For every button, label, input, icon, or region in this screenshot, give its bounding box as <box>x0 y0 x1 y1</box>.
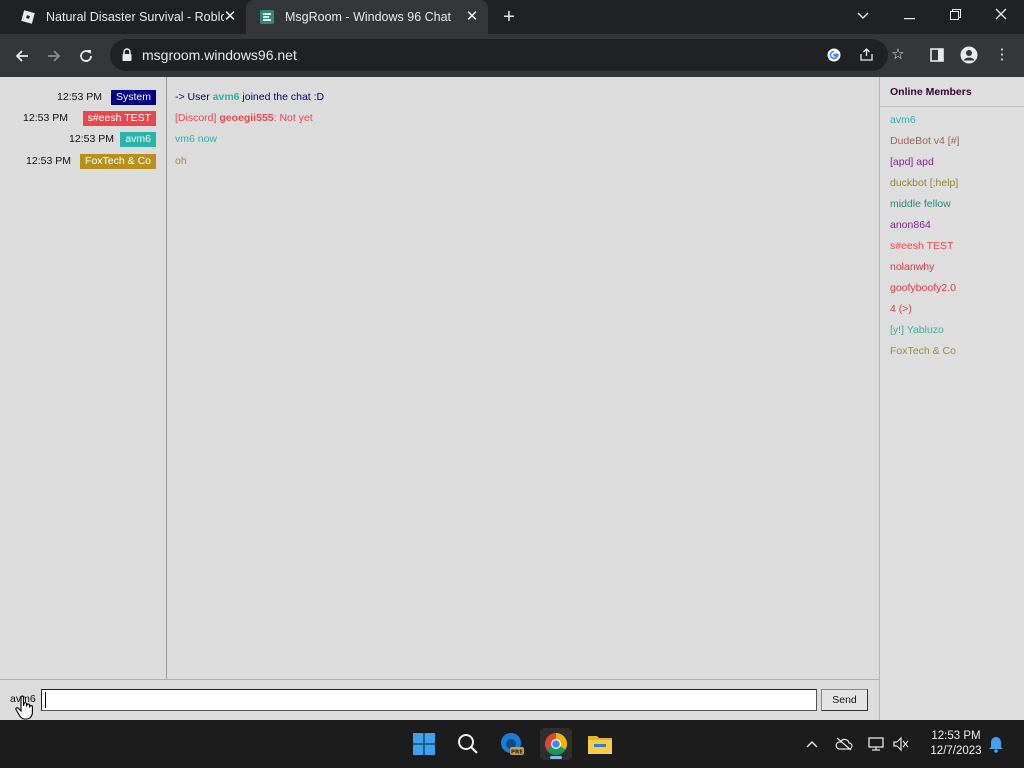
tab-roblox[interactable]: Natural Disaster Survival - Roblox ✕ <box>8 0 246 34</box>
message-meta: 12:53 PM System <box>0 90 166 106</box>
taskbar-clock[interactable]: 12:53 PM 12/7/2023 <box>916 729 996 759</box>
member-item[interactable]: goofyboofy2.0 <box>890 282 956 294</box>
new-tab-icon[interactable]: + <box>499 7 519 27</box>
edge-dev-icon[interactable]: PRE <box>496 728 528 760</box>
message-meta: 12:53 PM FoxTech & Co <box>0 154 166 170</box>
tab-strip: Natural Disaster Survival - Roblox ✕ Msg… <box>0 0 1024 34</box>
member-item[interactable]: duckbot [;help] <box>890 177 958 189</box>
clock-date: 12/7/2023 <box>930 745 982 757</box>
back-arrow-icon[interactable] <box>9 43 35 69</box>
message-time: 12:53 PM <box>69 133 114 145</box>
mention-user: avm6 <box>212 91 240 103</box>
online-members-header: Online Members <box>890 86 972 98</box>
message-time: 12:53 PM <box>57 91 102 103</box>
message-input[interactable] <box>41 689 817 711</box>
notification-bell-icon[interactable] <box>986 734 1006 754</box>
member-item[interactable]: avm6 <box>890 114 916 126</box>
tab-search-icon[interactable] <box>840 0 886 30</box>
minimize-icon[interactable] <box>886 0 932 30</box>
message-time: 12:53 PM <box>26 155 71 167</box>
message-meta: 12:53 PM avm6 <box>0 132 166 148</box>
member-item[interactable]: [apd] apd <box>890 156 934 168</box>
message-time: 12:53 PM <box>23 112 68 124</box>
browser-toolbar: msgroom.windows96.net ☆ ⋮ <box>0 34 1024 77</box>
divider <box>0 679 879 680</box>
start-button-icon[interactable] <box>408 728 440 760</box>
chevron-up-icon[interactable] <box>802 734 822 754</box>
restore-icon[interactable] <box>932 0 978 30</box>
member-item[interactable]: s#eesh TEST <box>890 240 953 252</box>
search-icon[interactable] <box>452 728 484 760</box>
volume-muted-icon[interactable] <box>891 734 911 754</box>
more-menu-icon[interactable]: ⋮ <box>991 44 1013 66</box>
active-app-indicator <box>550 756 562 759</box>
member-item[interactable]: DudeBot v4 [#] <box>890 135 959 147</box>
message-text: [Discord] geoegii555: Not yet <box>175 112 313 124</box>
text-caret <box>45 692 46 708</box>
member-item[interactable]: anon864 <box>890 219 931 231</box>
send-button[interactable]: Send <box>821 689 868 711</box>
side-panel-icon[interactable] <box>926 44 948 66</box>
windows-taskbar: PRE 12:53 PM 12/7/2023 <box>0 720 1024 768</box>
lock-icon[interactable] <box>121 48 133 62</box>
tab-msgroom[interactable]: MsgRoom - Windows 96 Chat ✕ <box>246 0 488 34</box>
online-members-panel: Online Members avm6 DudeBot v4 [#] [apd] a… <box>879 77 1024 720</box>
hand-pointer-cursor-icon <box>15 695 33 720</box>
forward-arrow-icon[interactable] <box>41 43 67 69</box>
message-text: oh <box>175 155 187 167</box>
svg-text:PRE: PRE <box>511 750 523 756</box>
message-list: -> User avm6 joined the chat :D [Discord… <box>167 77 879 679</box>
member-item[interactable]: FoxTech & Co <box>890 345 956 357</box>
message-sender: geoegii555 <box>219 112 274 124</box>
roblox-icon <box>21 10 35 24</box>
member-item[interactable]: 4 (>) <box>890 303 912 315</box>
reload-icon[interactable] <box>73 43 99 69</box>
url-text[interactable]: msgroom.windows96.net <box>142 47 297 63</box>
close-window-icon[interactable] <box>978 0 1024 30</box>
message-meta-column: 12:53 PM System 12:53 PM s#eesh TEST 12:… <box>0 77 167 679</box>
msgroom-page: 12:53 PM System 12:53 PM s#eesh TEST 12:… <box>0 77 1024 720</box>
member-item[interactable]: middle fellow <box>890 198 951 210</box>
file-explorer-icon[interactable] <box>584 728 616 760</box>
google-lens-icon[interactable] <box>824 45 844 65</box>
profile-avatar-icon[interactable] <box>958 44 980 66</box>
clock-time: 12:53 PM <box>931 730 981 742</box>
close-tab-icon[interactable]: ✕ <box>464 9 480 25</box>
message-username[interactable]: avm6 <box>120 132 156 147</box>
message-meta: 12:53 PM s#eesh TEST <box>0 111 166 127</box>
divider <box>880 106 1024 107</box>
close-tab-icon[interactable]: ✕ <box>222 9 238 25</box>
chrome-icon[interactable] <box>540 728 572 760</box>
message-username[interactable]: FoxTech & Co <box>80 154 156 169</box>
tab-title: Natural Disaster Survival - Roblox <box>46 10 224 24</box>
tab-title: MsgRoom - Windows 96 Chat <box>285 10 452 24</box>
message-username[interactable]: s#eesh TEST <box>82 111 156 126</box>
bookmark-star-icon[interactable]: ☆ <box>887 44 909 66</box>
onedrive-offline-icon[interactable] <box>834 734 854 754</box>
member-item[interactable]: nolanwhy <box>890 261 934 273</box>
address-bar[interactable]: msgroom.windows96.net <box>110 39 888 71</box>
message-text: vm6 now <box>175 133 218 145</box>
member-item[interactable]: [y!] Yabluzo <box>890 324 944 336</box>
message-username[interactable]: System <box>110 90 156 105</box>
message-text: -> User avm6 joined the chat :D <box>175 91 325 103</box>
network-icon[interactable] <box>866 734 886 754</box>
share-icon[interactable] <box>856 45 876 65</box>
windows96-icon <box>260 10 274 24</box>
